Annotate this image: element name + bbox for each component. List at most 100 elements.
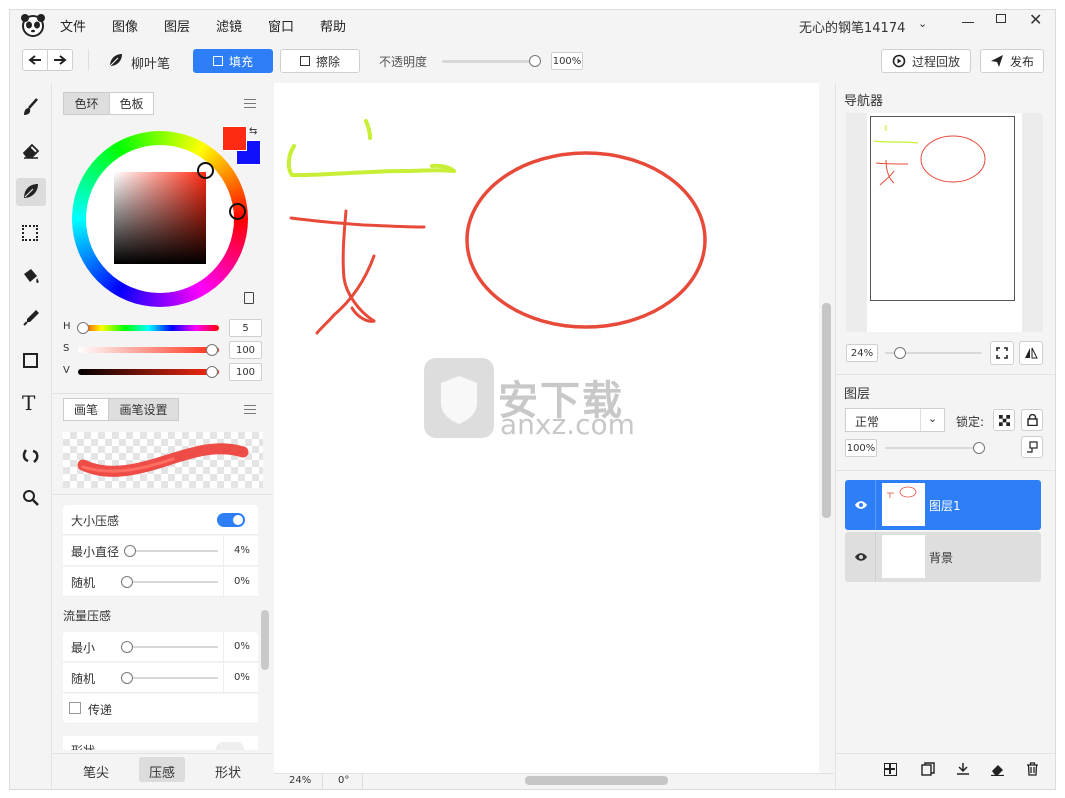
navigator-view[interactable] xyxy=(846,113,1043,332)
lock-icon[interactable] xyxy=(1021,409,1043,431)
horizontal-scrollbar[interactable] xyxy=(525,776,668,785)
paint-bucket-icon[interactable] xyxy=(21,266,41,289)
close-icon[interactable]: ✕ xyxy=(1029,10,1042,29)
hue-picker-knob[interactable] xyxy=(229,203,246,220)
duplicate-layer-icon[interactable] xyxy=(921,762,935,779)
swap-colors-icon[interactable]: ⇆ xyxy=(249,126,257,137)
tab-brush-settings[interactable]: 画笔设置 xyxy=(108,398,179,421)
eye-icon[interactable] xyxy=(854,499,868,509)
tab-shape[interactable]: 形状 xyxy=(215,762,241,781)
min-diameter-knob[interactable] xyxy=(124,545,136,557)
brush-panel-scrollbar[interactable] xyxy=(261,610,269,670)
transfer-checkbox[interactable] xyxy=(69,702,81,714)
eyedropper-icon[interactable] xyxy=(22,308,40,331)
eraser-tool-icon[interactable] xyxy=(21,140,41,163)
chevron-down-icon[interactable]: ⌄ xyxy=(918,17,927,30)
menu-window[interactable]: 窗口 xyxy=(268,16,294,35)
red-ellipse xyxy=(465,151,707,329)
opacity-slider[interactable] xyxy=(442,60,537,63)
layer-opacity-slider[interactable] xyxy=(885,447,982,449)
merge-down-icon[interactable] xyxy=(956,762,970,779)
layer-opacity-value[interactable]: 100% xyxy=(845,439,877,457)
primary-color-swatch[interactable] xyxy=(222,126,247,151)
saturation-slider-knob[interactable] xyxy=(206,344,218,356)
shape-toggle[interactable] xyxy=(216,742,244,750)
layer-divider xyxy=(875,480,876,530)
canvas-zoom-status: 24% xyxy=(289,775,312,786)
value-slider-knob[interactable] xyxy=(206,366,218,378)
undo-icon[interactable] xyxy=(22,49,48,71)
select-tool-icon[interactable] xyxy=(22,225,38,241)
publish-button[interactable]: 发布 xyxy=(980,49,1044,73)
menu-filter[interactable]: 滤镜 xyxy=(216,16,242,35)
menu-image[interactable]: 图像 xyxy=(112,16,138,35)
hue-slider-knob[interactable] xyxy=(77,322,89,334)
flip-horizontal-icon[interactable] xyxy=(1019,341,1043,365)
tab-brush-tip[interactable]: 笔尖 xyxy=(83,762,109,781)
menu-layer[interactable]: 图层 xyxy=(164,16,190,35)
zoom-tool-icon[interactable] xyxy=(22,489,40,510)
new-layer-icon[interactable] xyxy=(884,763,897,776)
erase-button[interactable]: 擦除 xyxy=(280,49,360,73)
delete-layer-icon[interactable] xyxy=(1026,762,1039,779)
rectangle-tool-icon[interactable] xyxy=(23,353,38,368)
replay-button[interactable]: 过程回放 xyxy=(881,49,971,73)
fit-screen-icon[interactable] xyxy=(990,341,1014,365)
saturation-slider[interactable] xyxy=(78,347,219,353)
flow-min-slider[interactable] xyxy=(124,646,218,648)
lock-transparency-icon[interactable] xyxy=(993,409,1015,431)
menu-help[interactable]: 帮助 xyxy=(320,16,346,35)
hue-slider[interactable] xyxy=(78,325,219,331)
brush-name[interactable]: 柳叶笔 xyxy=(131,53,170,72)
text-tool-icon[interactable]: T xyxy=(22,391,35,415)
sv-picker-knob[interactable] xyxy=(197,162,214,179)
leaf-tool-icon[interactable] xyxy=(22,182,40,203)
value-slider[interactable] xyxy=(78,369,219,375)
minimize-icon[interactable] xyxy=(962,22,974,23)
fill-button[interactable]: 填充 xyxy=(193,49,273,73)
v-value[interactable]: 100 xyxy=(229,363,262,381)
green-stroke xyxy=(286,119,456,178)
redo-icon[interactable] xyxy=(47,49,73,71)
blend-mode-select[interactable]: 正常 ⌄ xyxy=(845,408,945,432)
flow-random-value[interactable]: 0% xyxy=(234,672,250,683)
flow-random-slider[interactable] xyxy=(124,677,218,679)
size-random-value[interactable]: 0% xyxy=(234,576,250,587)
clipping-mask-icon[interactable] xyxy=(1021,436,1043,458)
opacity-value[interactable]: 100% xyxy=(551,52,583,70)
vertical-scrollbar[interactable] xyxy=(822,303,831,518)
tab-pressure[interactable]: 压感 xyxy=(149,762,175,781)
navigator-zoom-value[interactable]: 24% xyxy=(846,344,878,362)
maximize-icon[interactable] xyxy=(996,14,1006,23)
brush-tool-icon[interactable] xyxy=(21,97,41,120)
flow-random-knob[interactable] xyxy=(121,672,133,684)
document-icon[interactable] xyxy=(244,292,254,304)
min-diameter-slider[interactable] xyxy=(128,550,218,552)
brush-panel-menu-icon[interactable] xyxy=(244,405,256,414)
layer-opacity-knob[interactable] xyxy=(973,442,985,454)
size-random-slider[interactable] xyxy=(124,581,218,583)
flow-min-value[interactable]: 0% xyxy=(234,641,250,652)
menu-file[interactable]: 文件 xyxy=(60,16,86,35)
flow-min-knob[interactable] xyxy=(121,641,133,653)
navigator-zoom-knob[interactable] xyxy=(894,347,906,359)
min-diameter-value[interactable]: 4% xyxy=(234,545,250,556)
layer-item-background[interactable]: 背景 xyxy=(845,532,1041,582)
panel-menu-icon[interactable] xyxy=(244,99,256,108)
tab-brushes[interactable]: 画笔 xyxy=(63,398,109,421)
layer-name[interactable]: 图层1 xyxy=(929,497,961,514)
layer-item-layer1[interactable]: 图层1 xyxy=(845,480,1041,530)
document-title[interactable]: 无心的钢笔14174 xyxy=(799,17,905,36)
h-value[interactable]: 5 xyxy=(229,319,262,337)
tab-swatches[interactable]: 色板 xyxy=(109,92,154,115)
tab-color-wheel[interactable]: 色环 xyxy=(63,92,110,115)
saturation-value-square[interactable] xyxy=(114,172,206,264)
layer-name[interactable]: 背景 xyxy=(929,549,953,566)
opacity-slider-knob[interactable] xyxy=(529,55,541,67)
clear-layer-icon[interactable] xyxy=(990,762,1005,779)
transform-tool-icon[interactable] xyxy=(21,446,41,469)
size-random-knob[interactable] xyxy=(121,576,133,588)
s-value[interactable]: 100 xyxy=(229,341,262,359)
size-pressure-toggle[interactable] xyxy=(217,513,245,527)
eye-icon[interactable] xyxy=(854,551,868,561)
